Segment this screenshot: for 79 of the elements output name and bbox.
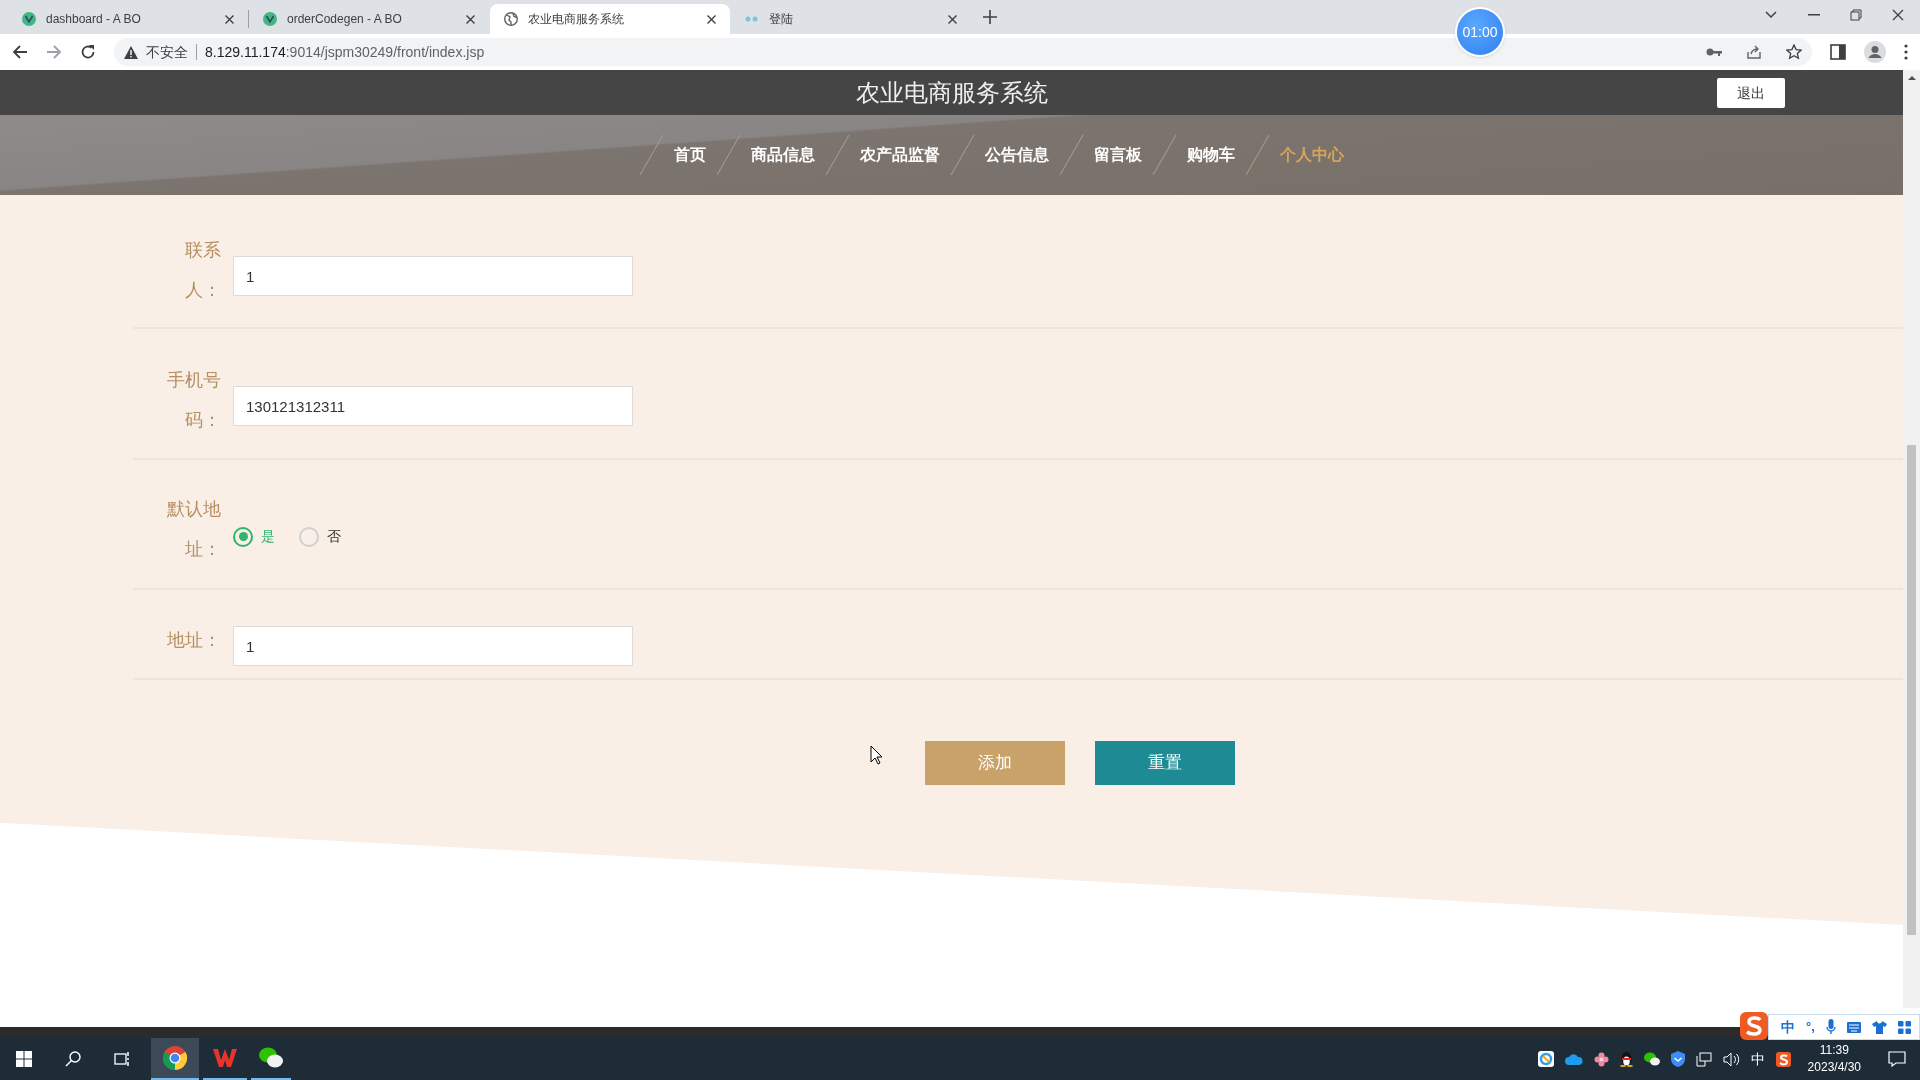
nav-link[interactable]: 首页	[674, 143, 706, 167]
chrome-taskbar-button[interactable]	[151, 1038, 199, 1080]
field-label: 地址：	[166, 629, 221, 652]
close-tab-icon[interactable]	[948, 14, 957, 24]
field-label: 默认地址：	[166, 498, 221, 561]
nav-link[interactable]: 商品信息	[751, 143, 815, 167]
clock-time[interactable]: 11:39	[1819, 1042, 1849, 1059]
reload-icon[interactable]	[80, 44, 96, 60]
tab-search-icon[interactable]	[1764, 10, 1778, 20]
new-tab-icon[interactable]	[983, 10, 997, 24]
logout-button[interactable]: 退出	[1717, 78, 1785, 108]
star-icon[interactable]	[1786, 44, 1802, 60]
network-icon[interactable]	[1695, 1051, 1712, 1067]
globe-icon	[504, 12, 518, 26]
text-input[interactable]: 130121312311	[233, 386, 633, 426]
nav-link[interactable]: 农产品监督	[860, 143, 940, 167]
security-label: 不安全	[146, 42, 188, 62]
v-logo-icon	[263, 12, 277, 26]
key-icon[interactable]	[1706, 47, 1722, 57]
browser-tab[interactable]: orderCodegen - A BO	[249, 4, 489, 34]
minimize-icon[interactable]	[1808, 14, 1820, 16]
back-icon[interactable]	[12, 44, 28, 60]
radio-button[interactable]	[299, 526, 319, 547]
share-icon[interactable]	[1746, 44, 1762, 60]
radio-option[interactable]: 否	[299, 526, 341, 547]
site-title: 农业电商服务系统	[855, 77, 1048, 108]
chrome-icon	[163, 1046, 187, 1070]
grid-icon[interactable]	[1897, 1020, 1911, 1034]
scroll-up-icon[interactable]	[1907, 75, 1916, 81]
text-input[interactable]: 1	[233, 626, 633, 666]
flower-icon[interactable]	[1593, 1051, 1609, 1067]
browser-tab[interactable]: dashboard - A BO	[8, 4, 248, 34]
restore-icon[interactable]	[1850, 9, 1862, 21]
text-input[interactable]: 1	[233, 256, 633, 296]
forward-icon[interactable]	[46, 44, 62, 60]
microphone-icon[interactable]	[1825, 1019, 1836, 1035]
loading-dots-icon	[745, 16, 759, 22]
profile-icon[interactable]	[1864, 41, 1886, 63]
clock-date[interactable]: 2023/4/30	[1807, 1059, 1861, 1076]
scrollbar[interactable]	[1903, 70, 1920, 1008]
close-tab-icon[interactable]	[466, 14, 475, 24]
field-label: 手机号码：	[166, 369, 221, 432]
browser-tab[interactable]: 登陆	[731, 4, 971, 34]
chat-bubbles-icon[interactable]	[1643, 1052, 1660, 1066]
shirt-icon[interactable]	[1871, 1020, 1887, 1034]
penguin-icon[interactable]	[1619, 1051, 1633, 1067]
warning-icon	[124, 45, 138, 59]
ime-mode-toggle[interactable]: 中	[1781, 1016, 1795, 1038]
v-logo-icon	[22, 12, 36, 26]
input-mode-indicator[interactable]: 中	[1750, 1048, 1765, 1070]
reset-button[interactable]: 重置	[1095, 741, 1235, 785]
s-logo-icon[interactable]	[1740, 1012, 1768, 1040]
more-icon[interactable]	[1904, 44, 1908, 60]
notification-icon[interactable]	[1888, 1051, 1906, 1067]
colorful-app-icon[interactable]	[1537, 1051, 1554, 1067]
field-label: 联系人：	[184, 239, 221, 302]
punctuation-toggle[interactable]: °,	[1806, 1017, 1815, 1037]
cloud-icon[interactable]	[1564, 1053, 1583, 1065]
mouse-cursor-icon	[870, 745, 883, 765]
search-icon[interactable]	[65, 1051, 81, 1067]
chat-bubbles-icon	[259, 1047, 283, 1069]
shield-icon[interactable]	[1670, 1051, 1685, 1067]
side-panel-icon[interactable]	[1830, 44, 1846, 60]
close-icon[interactable]	[1892, 9, 1904, 21]
windows-start-icon[interactable]	[16, 1051, 32, 1067]
task-view-icon[interactable]	[114, 1051, 131, 1067]
radio-button[interactable]	[233, 526, 253, 547]
address-bar[interactable]: 不安全 8.129.11.174:9014/jspm30249/front/index.jsp	[114, 38, 1812, 66]
nav-link[interactable]: 留言板	[1094, 143, 1142, 167]
close-tab-icon[interactable]	[707, 14, 716, 24]
url-text: 8.129.11.174:9014/jspm30249/front/index.jsp	[205, 42, 485, 62]
close-tab-icon[interactable]	[225, 14, 234, 24]
s-logo-icon[interactable]	[1775, 1051, 1791, 1067]
w-logo-icon	[213, 1048, 237, 1068]
keyboard-icon[interactable]	[1846, 1021, 1861, 1033]
browser-tab[interactable]: 农业电商服务系统	[490, 4, 730, 34]
nav-link[interactable]: 公告信息	[985, 143, 1049, 167]
volume-icon[interactable]	[1722, 1051, 1740, 1067]
nav-link[interactable]: 购物车	[1187, 143, 1235, 167]
